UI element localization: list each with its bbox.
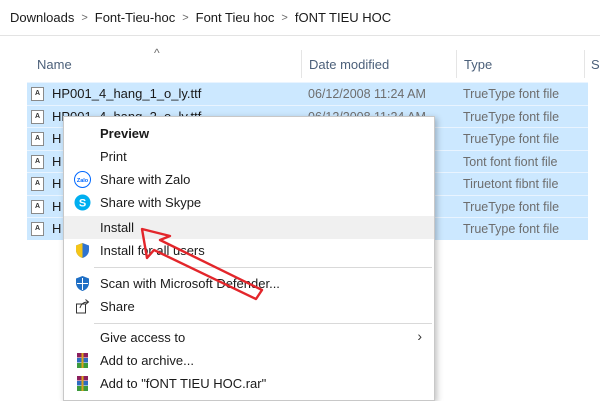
font-file-icon: A	[31, 132, 44, 146]
chevron-right-icon: >	[182, 11, 189, 24]
menu-item-preview[interactable]: Preview	[64, 122, 434, 145]
file-type: TrueType font file	[463, 109, 560, 124]
file-name: H	[52, 198, 62, 214]
file-name: H	[52, 176, 62, 191]
column-divider[interactable]	[456, 50, 457, 78]
file-name: HP001_4_hang_1_o_ly.ttf	[52, 86, 202, 101]
breadcrumb-downloads[interactable]: Downloads	[10, 10, 74, 25]
font-file-icon: A	[31, 154, 44, 169]
file-type: TrueType font file	[463, 199, 560, 214]
file-type: Tont font fiont file	[463, 154, 558, 169]
font-file-icon: A	[31, 199, 44, 214]
menu-item-scan-defender[interactable]: Scan with Microsoft Defender...	[64, 272, 434, 295]
file-name: H	[52, 153, 62, 169]
menu-item-label: Add to "fONT TIEU HOC.rar"	[100, 376, 267, 391]
menu-item-label: Share with Skype	[100, 195, 202, 210]
column-header-type[interactable]: Type	[464, 46, 492, 82]
menu-item-label: Preview	[100, 126, 150, 141]
file-type: TrueType font file	[463, 132, 560, 146]
menu-item-give-access[interactable]: Give access to ›	[64, 326, 434, 349]
menu-item-label: Add to archive...	[100, 353, 194, 368]
file-type: TrueType font file	[463, 87, 560, 101]
column-headers: ^ Name Date modified Type S	[0, 46, 600, 82]
font-file-icon: A	[31, 222, 44, 236]
menu-item-add-archive[interactable]: Add to archive...	[64, 349, 434, 372]
menu-item-install[interactable]: Install	[64, 216, 434, 239]
menu-item-share-skype[interactable]: S Share with Skype	[64, 191, 434, 214]
breadcrumb-font-tieu-hoc-2[interactable]: Font Tieu hoc	[196, 10, 275, 25]
column-divider[interactable]	[301, 50, 302, 78]
chevron-right-icon: >	[281, 11, 288, 24]
shield-icon	[76, 243, 89, 258]
winrar-icon	[77, 353, 88, 368]
font-file-icon: A	[31, 109, 44, 124]
menu-item-print[interactable]: Print	[64, 145, 434, 168]
skype-icon-text: S	[79, 198, 86, 210]
menu-item-share-zalo[interactable]: Zalo Share with Zalo	[64, 168, 434, 191]
menu-item-label: Install	[100, 220, 134, 235]
chevron-right-icon: >	[81, 11, 88, 24]
winrar-icon	[77, 376, 88, 391]
font-file-icon: A	[31, 177, 44, 191]
share-icon	[76, 299, 90, 314]
skype-icon: S	[74, 194, 91, 211]
menu-item-add-rar[interactable]: Add to "fONT TIEU HOC.rar"	[64, 372, 434, 395]
file-type: TrueType font file	[463, 222, 560, 236]
font-file-icon: A	[31, 87, 44, 101]
breadcrumb-current-folder[interactable]: fONT TIEU HOC	[295, 10, 391, 25]
menu-separator	[94, 267, 432, 268]
file-type: Tiruetont fibnt file	[463, 177, 559, 191]
menu-item-label: Scan with Microsoft Defender...	[100, 276, 280, 291]
menu-item-share[interactable]: Share	[64, 295, 434, 318]
menu-item-label: Print	[100, 149, 127, 164]
column-header-name[interactable]: Name	[37, 46, 72, 82]
column-header-size[interactable]: S	[591, 46, 600, 82]
defender-icon	[76, 276, 89, 291]
breadcrumb-font-tieu-hoc-1[interactable]: Font-Tieu-hoc	[95, 10, 175, 25]
file-name: H	[52, 221, 62, 236]
chevron-right-icon: ›	[417, 328, 422, 344]
menu-item-label: Share with Zalo	[100, 172, 191, 187]
sort-ascending-icon: ^	[154, 46, 160, 60]
file-name: H	[52, 131, 62, 146]
column-divider[interactable]	[584, 50, 585, 78]
breadcrumb: Downloads > Font-Tieu-hoc > Font Tieu ho…	[0, 0, 600, 36]
file-row[interactable]: A HP001_4_hang_1_o_ly.ttf 06/12/2008 11:…	[27, 82, 588, 105]
menu-item-label: Share	[100, 299, 135, 314]
zalo-icon: Zalo	[74, 171, 91, 188]
context-menu: Preview Print Zalo Share with Zalo S Sha…	[63, 116, 435, 401]
menu-item-label: Give access to	[100, 330, 186, 345]
menu-item-install-all-users[interactable]: Install for all users	[64, 239, 434, 262]
menu-separator	[94, 323, 432, 324]
file-date: 06/12/2008 11:24 AM	[308, 87, 426, 101]
zalo-icon-text: Zalo	[77, 178, 89, 184]
menu-item-label: Install for all users	[100, 243, 205, 258]
column-header-date-modified[interactable]: Date modified	[309, 46, 389, 82]
